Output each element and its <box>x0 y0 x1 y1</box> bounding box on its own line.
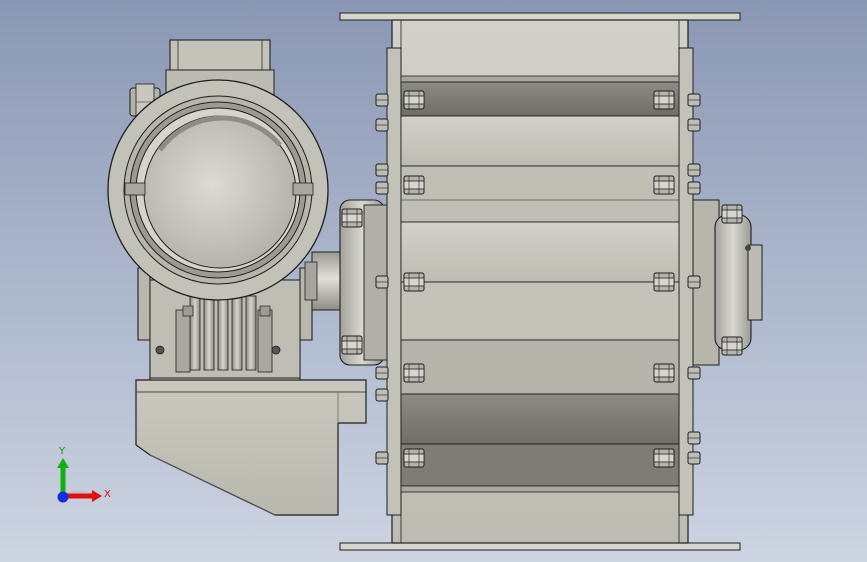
cooling-fins <box>189 295 257 371</box>
bottom-flange <box>339 542 741 551</box>
top-flange <box>339 12 741 21</box>
axis-y-label: Y <box>58 446 66 457</box>
drawing-canvas: Y X <box>57 12 763 551</box>
cad-viewport[interactable]: Y X <box>0 0 867 562</box>
rotary-valve-housing <box>386 19 694 544</box>
axis-x-label: X <box>104 489 111 500</box>
right-bearing-flange <box>692 199 763 366</box>
coordinate-triad-icon <box>57 458 102 503</box>
drive-motor <box>107 79 329 301</box>
mounting-base <box>135 379 367 516</box>
